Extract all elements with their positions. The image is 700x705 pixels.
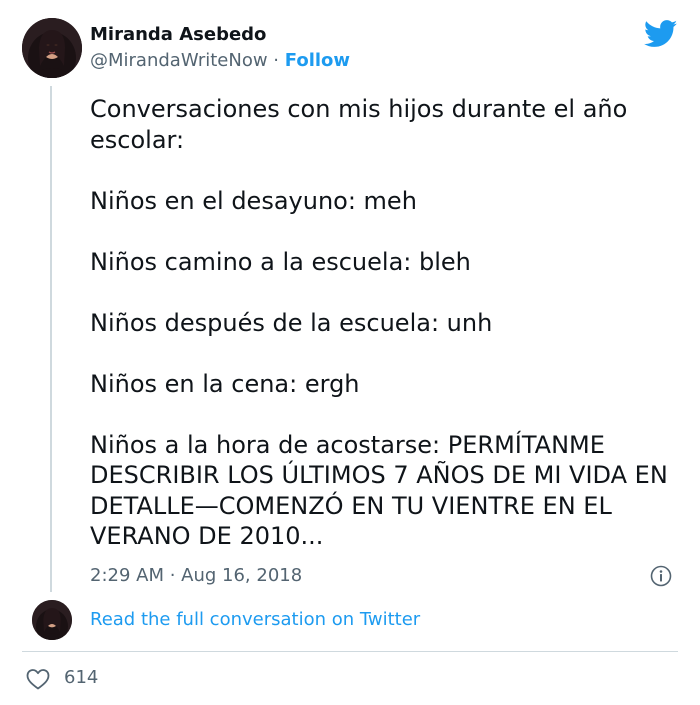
author-avatar[interactable] — [22, 18, 82, 78]
conversation-avatar[interactable] — [32, 600, 72, 640]
tweet-line: Niños en el desayuno: meh — [90, 186, 417, 215]
twitter-bird-icon[interactable] — [644, 20, 678, 48]
author-handle-row: @MirandaWriteNow · Follow — [90, 50, 350, 72]
tweet-line: Niños después de la escuela: unh — [90, 308, 493, 337]
follow-button[interactable]: Follow — [285, 50, 350, 71]
tweet-line: Niños en la cena: ergh — [90, 369, 360, 398]
like-count: 614 — [64, 667, 99, 688]
read-conversation-link[interactable]: Read the full conversation on Twitter — [90, 609, 420, 631]
tweet-text: Conversaciones con mis hijos durante el … — [90, 94, 680, 552]
divider — [22, 651, 678, 652]
tweet-line: Conversaciones con mis hijos durante el … — [90, 95, 628, 154]
tweet-line: Niños a la hora de acostarse: PERMÍTANME… — [90, 430, 668, 551]
heart-icon[interactable] — [25, 667, 51, 691]
handle-separator: · — [273, 50, 280, 71]
tweet-line: Niños camino a la escuela: bleh — [90, 247, 471, 276]
tweet-timestamp[interactable]: 2:29 AM · Aug 16, 2018 — [90, 565, 302, 587]
thread-line — [50, 86, 52, 592]
info-icon[interactable] — [650, 565, 672, 587]
author-name[interactable]: Miranda Asebedo — [90, 24, 266, 46]
author-handle[interactable]: @MirandaWriteNow — [90, 50, 268, 71]
